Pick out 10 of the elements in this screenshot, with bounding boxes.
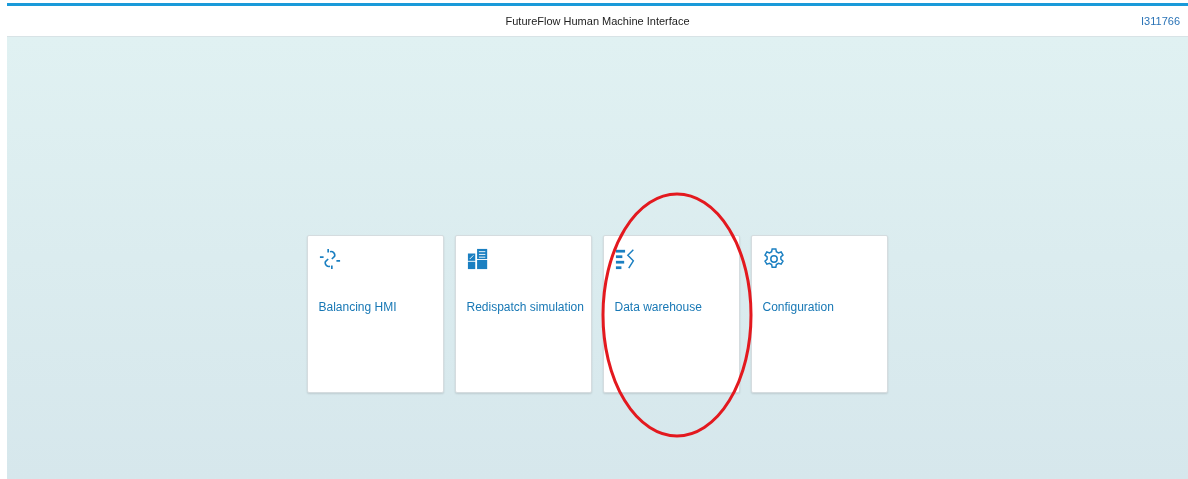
app-tile[interactable]: Data warehouse	[602, 235, 740, 393]
app-tile[interactable]: Redispatch simulation	[454, 235, 592, 393]
settings-icon	[762, 248, 785, 270]
app-title: FutureFlow Human Machine Interface	[505, 15, 690, 27]
app-tile[interactable]: Configuration	[750, 235, 888, 393]
app-tile[interactable]: Balancing HMI	[306, 235, 444, 393]
data-flow-icon	[614, 248, 637, 270]
calculator-icon	[466, 248, 489, 270]
broken-link-icon	[318, 248, 341, 270]
user-id[interactable]: I311766	[1141, 15, 1180, 27]
